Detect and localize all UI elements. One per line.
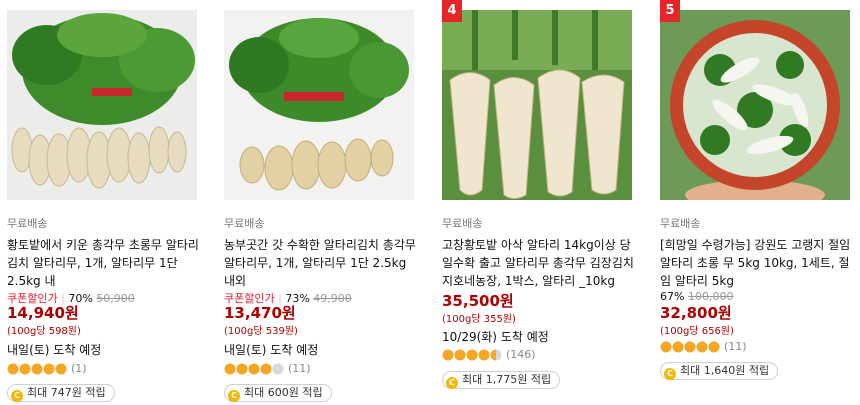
free-shipping-label: 무료배송 [660, 217, 701, 230]
rating[interactable]: (1) [7, 363, 87, 375]
rank-badge: 5 [660, 0, 680, 22]
product-title[interactable]: [희망일 수령가능] 강원도 고랭지 절임 알타리 초롱 무 5kg 10kg,… [660, 236, 852, 290]
star-rating-icon [442, 349, 502, 361]
sale-price: 35,500원 [442, 292, 514, 310]
review-count: (11) [724, 340, 747, 353]
sale-price: 13,470원 [224, 304, 296, 322]
review-count: (11) [288, 362, 311, 375]
reward-badge: C 최대 1,775원 적립 [442, 371, 561, 389]
product-image[interactable] [7, 10, 197, 200]
unit-price: (100g당 355원) [442, 314, 516, 325]
star-rating-icon [224, 363, 284, 375]
product-title[interactable]: 고창황토밭 아삭 알타리 14kg이상 당일수확 출고 알타리무 총각무 김장김… [442, 236, 634, 290]
reward-text: 최대 600원 적립 [244, 386, 323, 399]
product-image[interactable] [224, 10, 414, 200]
coin-icon: C [228, 390, 240, 402]
product-image[interactable] [442, 10, 632, 200]
reward-badge: C 최대 747원 적립 [7, 384, 115, 402]
reward-text: 최대 1,775원 적립 [462, 373, 552, 386]
product-title[interactable]: 농부곳간 갓 수확한 알타리김치 총각무 알타리무, 1개, 알타리무 1단 2… [224, 236, 416, 290]
delivery-estimate: 내일(토) 도착 예정 [7, 343, 102, 357]
product-card[interactable]: 5 무료배송 [희망일 수령가능] 강원도 고랭지 절임 알타리 초롱 무 5k… [660, 0, 850, 405]
delivery-estimate: 내일(토) 도착 예정 [224, 343, 319, 357]
unit-price: (100g당 539원) [224, 326, 298, 337]
original-price: 50,900 [96, 292, 135, 305]
rank-badge: 4 [442, 0, 462, 22]
review-count: (1) [71, 362, 87, 375]
unit-price: (100g당 598원) [7, 326, 81, 337]
star-rating-icon [660, 341, 720, 353]
star-rating-icon [7, 363, 67, 375]
unit-price: (100g당 656원) [660, 326, 734, 337]
product-card[interactable]: 4 무료배송 고창황토밭 아삭 알타리 14kg이상 당일수확 출고 알타리무 … [442, 0, 634, 405]
coin-icon: C [446, 377, 458, 389]
rating[interactable]: (11) [224, 363, 311, 375]
delivery-estimate: 10/29(화) 도착 예정 [442, 330, 549, 344]
sale-price: 32,800원 [660, 304, 732, 322]
free-shipping-label: 무료배송 [7, 217, 48, 230]
reward-badge: C 최대 1,640원 적립 [660, 362, 779, 380]
reward-badge: C 최대 600원 적립 [224, 384, 332, 402]
product-card[interactable]: 무료배송 황토밭에서 키운 총각무 초롱무 알타리김치 알타리무, 1개, 알타… [7, 0, 199, 405]
sale-price: 14,940원 [7, 304, 79, 322]
product-image[interactable] [660, 10, 850, 200]
coin-icon: C [664, 368, 676, 380]
rating[interactable]: (11) [660, 341, 747, 353]
review-count: (146) [506, 348, 536, 361]
reward-text: 최대 747원 적립 [27, 386, 106, 399]
original-price: 49,900 [313, 292, 352, 305]
product-title[interactable]: 황토밭에서 키운 총각무 초롱무 알타리김치 알타리무, 1개, 알타리무 1단… [7, 236, 199, 290]
rating[interactable]: (146) [442, 349, 536, 361]
free-shipping-label: 무료배송 [224, 217, 265, 230]
coin-icon: C [11, 390, 23, 402]
product-card[interactable]: 무료배송 농부곳간 갓 수확한 알타리김치 총각무 알타리무, 1개, 알타리무… [224, 0, 416, 405]
reward-text: 최대 1,640원 적립 [680, 364, 770, 377]
free-shipping-label: 무료배송 [442, 217, 483, 230]
